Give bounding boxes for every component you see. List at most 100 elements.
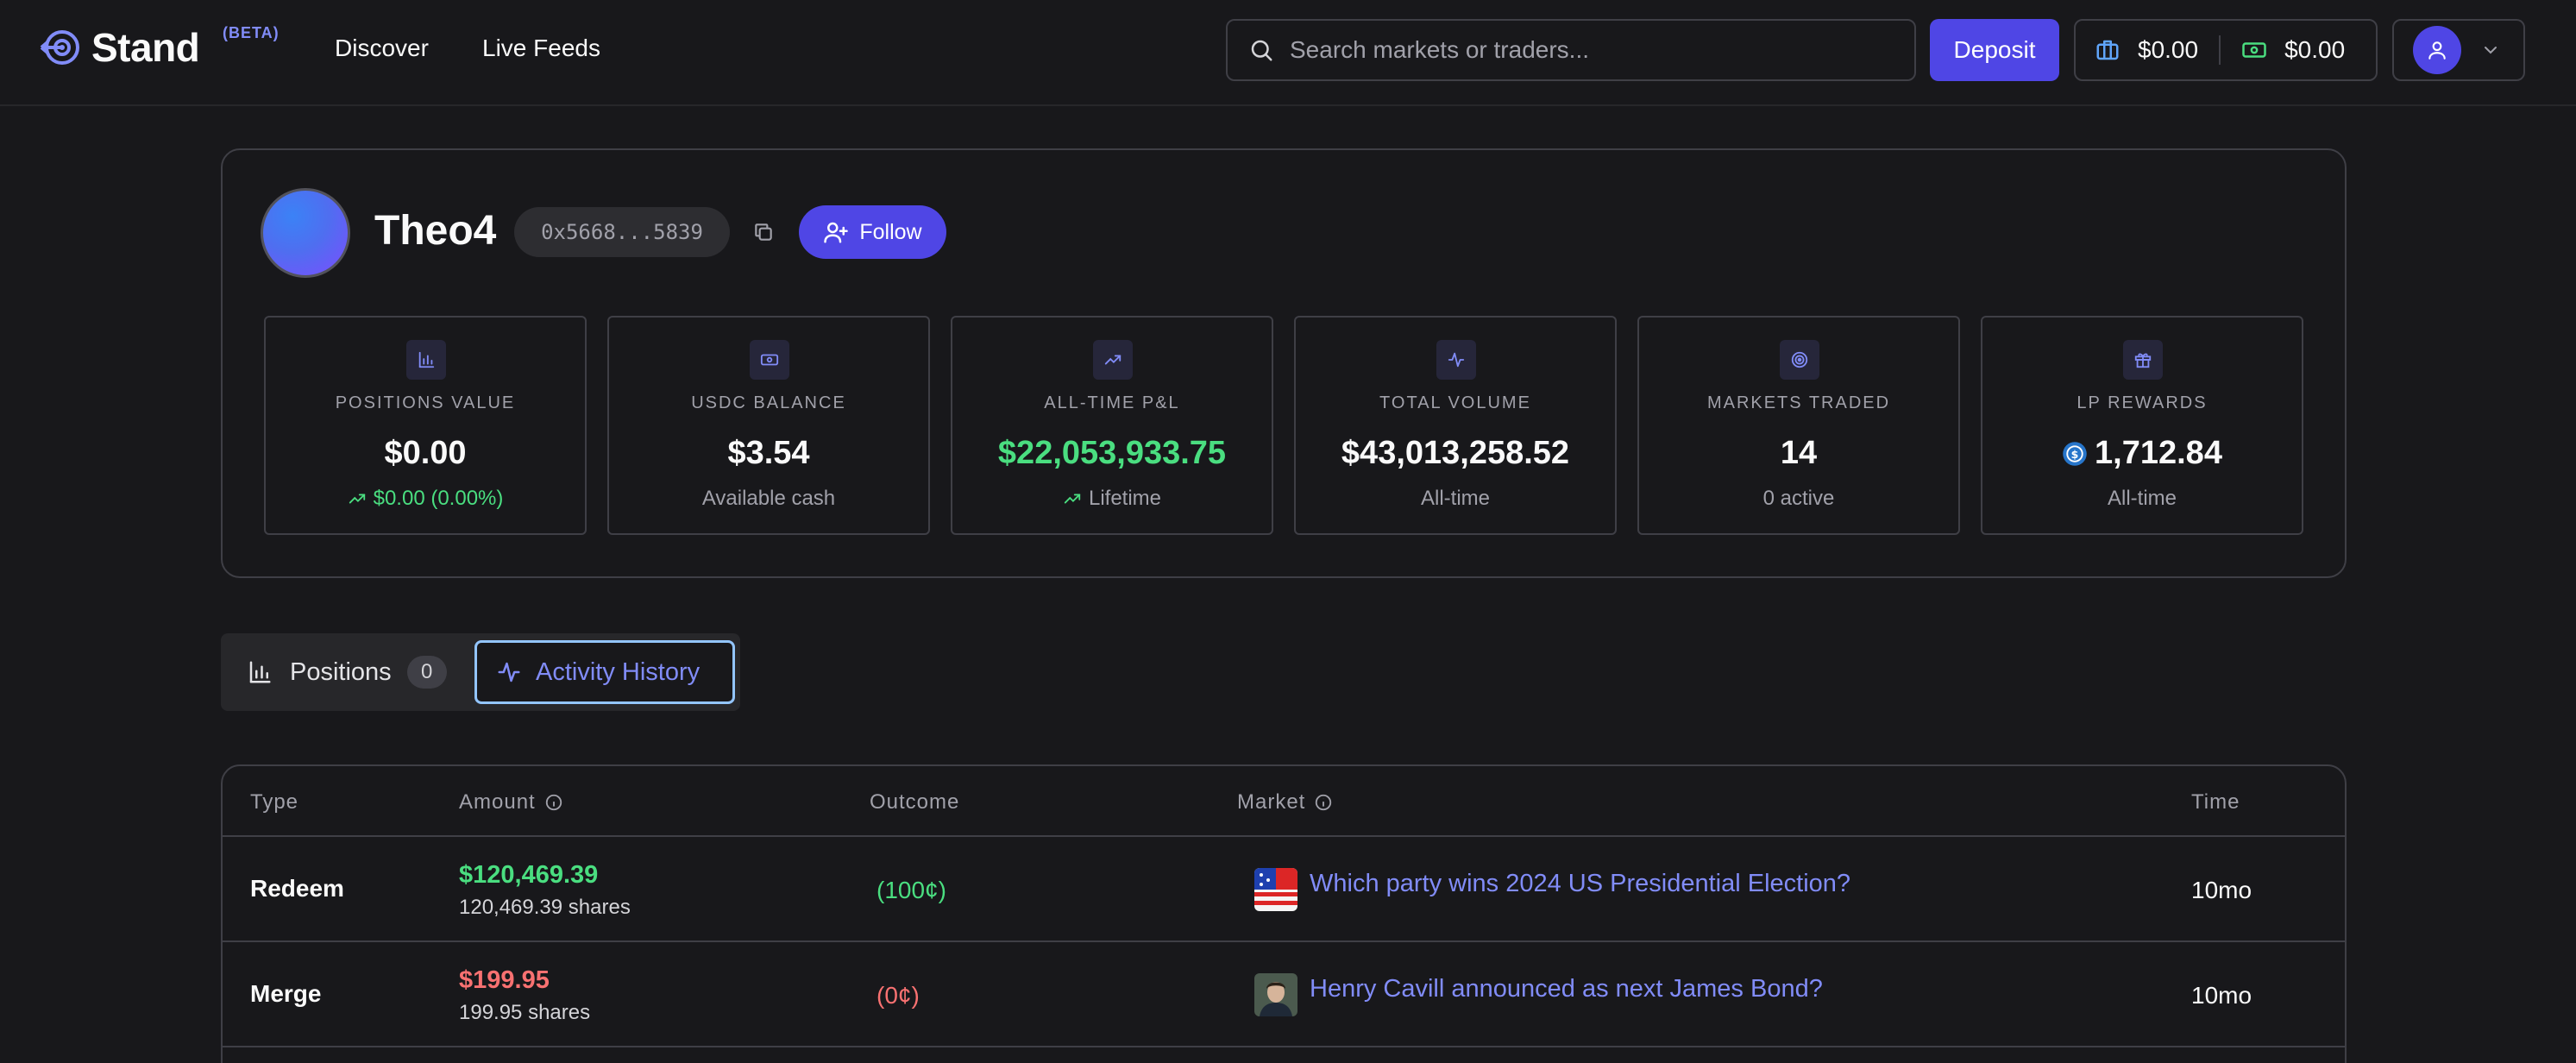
table-row[interactable]: Merge $199.95 199.95 shares (0¢) Henry C… [223,942,2345,1047]
trending-up-icon [348,489,374,508]
nav-discover[interactable]: Discover [335,35,429,62]
stat-sub-text: $0.00 (0.00%) [373,487,504,510]
target-icon [1780,340,1819,380]
follow-label: Follow [859,219,922,244]
row-outcome: (0¢) [876,982,920,1009]
stat-sub: Lifetime [952,487,1272,511]
column-header-amount: Amount [459,790,563,815]
info-icon[interactable] [536,793,563,812]
market-link[interactable]: Henry Cavill announced as next James Bon… [1310,975,1823,1003]
stat-label: POSITIONS VALUE [335,393,516,412]
brand-name: Stand [91,25,200,70]
svg-text:$: $ [2071,448,2079,461]
cash-balance[interactable]: $0.00 [2241,36,2345,64]
row-outcome: (100¢) [876,877,946,903]
info-icon[interactable] [1305,793,1333,812]
stat-total-volume: TOTAL VOLUME $43,013,258.52 All-time [1294,316,1617,535]
profile-avatar [261,188,350,278]
user-plus-icon [823,219,859,245]
stat-value: $43,013,258.52 [1341,435,1570,471]
stat-label: LP REWARDS [2077,393,2208,412]
column-header-outcome: Outcome [870,790,960,814]
stat-value: 14 [1780,435,1818,471]
activity-icon [1436,340,1476,380]
gift-icon [2123,340,2163,380]
copy-icon[interactable] [752,221,775,243]
beta-badge: (BETA) [223,24,280,41]
search-input[interactable] [1290,36,1894,64]
cash-balance-value: $0.00 [2284,36,2346,63]
tab-positions[interactable]: Positions 0 [247,640,447,704]
activity-table: Type Amount Outcome Market Time Redeem $… [221,764,2347,1063]
stat-label: USDC BALANCE [691,393,846,412]
top-navbar: Stand (BETA) Discover Live Feeds Deposit… [0,0,2576,106]
brand-logo[interactable]: Stand [40,24,200,71]
nav-live-feeds[interactable]: Live Feeds [482,35,600,62]
stat-positions-value: POSITIONS VALUE $0.00 $0.00 (0.00%) [264,316,587,535]
search-bar[interactable] [1226,19,1916,81]
market-thumbnail [1254,973,1297,1016]
tab-activity-history[interactable]: Activity History [474,640,735,704]
column-header-type: Type [250,790,299,814]
column-header-amount-label: Amount [459,790,536,814]
bar-chart-icon [247,659,290,685]
user-menu-button[interactable] [2392,19,2525,81]
stat-label: MARKETS TRADED [1706,393,1891,412]
balance-divider [2219,35,2221,65]
profile-name: Theo4 [374,208,497,254]
row-time: 10mo [2191,877,2252,903]
portfolio-balance[interactable]: $0.00 [2095,36,2198,64]
deposit-button[interactable]: Deposit [1930,19,2059,81]
banknote-icon [750,340,789,380]
activity-icon [496,659,536,685]
tab-activity-label: Activity History [536,657,701,686]
stat-sub: All-time [1420,487,1490,510]
row-shares: 120,469.39 shares [459,896,631,919]
column-header-market: Market [1237,790,1333,815]
market-link[interactable]: Which party wins 2024 US Presidential El… [1310,870,1850,898]
row-amount: $199.95 [459,966,550,994]
target-logo-icon [40,27,81,68]
wallet-address: 0x5668...5839 [514,207,730,257]
bar-chart-icon [406,340,446,380]
user-icon [2428,41,2446,60]
stat-sub: $0.00 (0.00%) [266,487,585,511]
tab-bar: Positions 0 Activity History [221,633,740,711]
market-thumbnail [1254,868,1297,911]
search-icon [1248,37,1274,63]
briefcase-icon [2095,37,2138,63]
stat-value: $0.00 [384,435,467,471]
stat-value: $ 1,712.84 [1982,435,2302,472]
stat-markets-traded: MARKETS TRADED 14 0 active [1637,316,1960,535]
user-avatar [2413,26,2461,74]
stat-label: ALL-TIME P&L [1044,393,1180,412]
table-row[interactable]: Redeem $120,469.39 120,469.39 shares (10… [223,837,2345,942]
stat-value: $3.54 [727,435,810,471]
positions-count-badge: 0 [406,656,447,689]
row-amount: $120,469.39 [459,861,599,889]
row-type: Merge [250,980,322,1007]
stat-value: $22,053,933.75 [997,435,1227,471]
row-shares: 199.95 shares [459,1001,591,1024]
stat-lp-rewards: LP REWARDS $ 1,712.84 All-time [1981,316,2303,535]
banknote-icon [2241,37,2284,63]
row-time: 10mo [2191,982,2252,1009]
follow-button[interactable]: Follow [799,205,946,259]
trending-up-icon [1093,340,1133,380]
balance-widget[interactable]: $0.00 $0.00 [2074,19,2378,81]
stat-sub: Available cash [701,487,836,510]
stat-label: TOTAL VOLUME [1379,393,1531,412]
column-header-market-label: Market [1237,790,1306,814]
stat-value-text: 1,712.84 [2095,435,2222,471]
chevron-down-icon [2480,40,2501,60]
stat-usdc-balance: USDC BALANCE $3.54 Available cash [607,316,930,535]
stat-sub: 0 active [1762,487,1835,510]
tab-positions-label: Positions [290,657,392,686]
row-type: Redeem [250,875,344,902]
stat-sub: All-time [2107,487,2177,510]
trending-up-icon [1063,489,1089,508]
usdc-coin-icon: $ [2062,441,2095,467]
stat-all-time-pnl: ALL-TIME P&L $22,053,933.75 Lifetime [951,316,1273,535]
portfolio-balance-value: $0.00 [2138,36,2199,63]
stat-sub-text: Lifetime [1088,487,1162,510]
